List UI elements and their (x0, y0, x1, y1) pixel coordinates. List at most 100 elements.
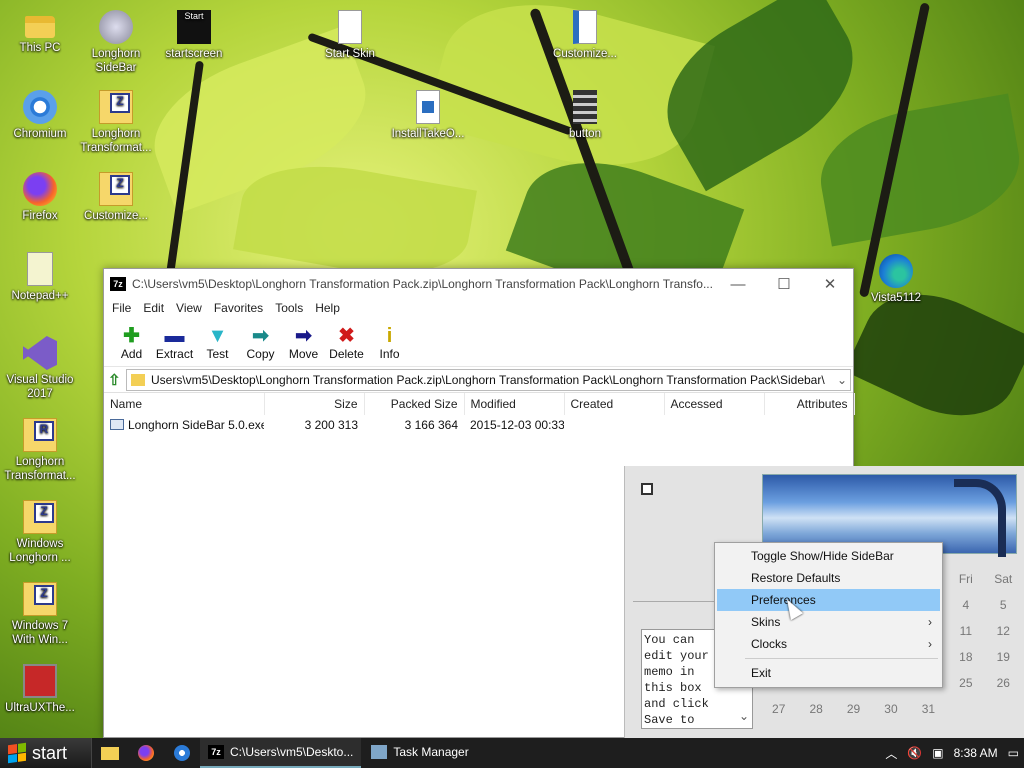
window-titlebar[interactable]: 7z C:\Users\vm5\Desktop\Longhorn Transfo… (104, 269, 853, 299)
menu-view[interactable]: View (170, 299, 208, 319)
volume-muted-icon[interactable]: 🔇 (907, 746, 922, 760)
file-accessed (664, 415, 764, 435)
calendar-day[interactable]: 31 (910, 702, 947, 716)
delete-button[interactable]: ✖ Delete (325, 319, 368, 366)
start-label: start (32, 742, 68, 763)
desktop-icon-longhorn-transformat-2[interactable]: Longhorn Transformat... (0, 418, 80, 483)
desktop-icon-label: Longhorn SideBar (91, 48, 141, 74)
menu-item-toggle-sidebar[interactable]: Toggle Show/Hide SideBar (717, 545, 940, 567)
info-button[interactable]: i Info (368, 319, 411, 366)
zip-folder-icon (23, 418, 57, 452)
file-explorer-pin[interactable] (92, 738, 128, 768)
folder-icon (101, 746, 119, 760)
desktop-icon-ultrauxthe[interactable]: UltraUXThe... (0, 664, 80, 715)
desktop-icon-vista5112[interactable]: Vista5112 (856, 254, 936, 305)
chevron-up-icon[interactable]: ︿ (885, 745, 897, 762)
extract-button[interactable]: ▬ Extract (153, 319, 196, 366)
desktop-icon-chromium[interactable]: Chromium (0, 90, 80, 141)
move-button[interactable]: ➡ Move (282, 319, 325, 366)
calendar-day[interactable]: 5 (985, 598, 1022, 612)
desktop-icon-customize-1[interactable]: Customize... (545, 10, 625, 61)
desktop-icon-label: InstallTakeO... (391, 128, 465, 140)
address-input[interactable]: Users\vm5\Desktop\Longhorn Transformatio… (126, 368, 851, 391)
test-button[interactable]: ▼ Test (196, 319, 239, 366)
calendar-day[interactable]: 26 (985, 676, 1022, 690)
network-icon[interactable]: ▣ (932, 746, 943, 760)
desktop-icon-visual-studio[interactable]: Visual Studio 2017 (0, 336, 80, 401)
calendar-day[interactable]: 29 (835, 702, 872, 716)
menu-item-exit[interactable]: Exit (717, 662, 940, 684)
zip-folder-icon (99, 90, 133, 124)
clock[interactable]: 8:38 AM (954, 746, 998, 760)
menu-item-clocks[interactable]: Clocks › (717, 633, 940, 655)
file-icon (338, 10, 362, 44)
taskbar-item-task-manager[interactable]: Task Manager (363, 738, 476, 768)
menu-tools[interactable]: Tools (269, 299, 309, 319)
calendar-day[interactable]: 25 (947, 676, 984, 690)
maximize-button[interactable]: ☐ (761, 275, 807, 293)
calendar-day[interactable]: 19 (985, 650, 1022, 664)
sidebar-app-icon (99, 10, 133, 44)
chevron-down-icon[interactable]: ⌄ (834, 373, 850, 387)
menu-item-preferences[interactable]: Preferences (717, 589, 940, 611)
desktop-icon-windows7[interactable]: Windows 7 With Win... (0, 582, 80, 647)
desktop-icon-longhorn-transformat-1[interactable]: Longhorn Transformat... (76, 90, 156, 155)
add-button[interactable]: ✚ Add (110, 319, 153, 366)
start-button[interactable]: start (0, 738, 92, 768)
visual-studio-icon (23, 336, 57, 370)
table-row[interactable]: Longhorn SideBar 5.0.exe 3 200 313 3 166… (104, 415, 854, 435)
desktop-icon-this-pc[interactable]: This PC (0, 10, 80, 55)
close-button[interactable]: ✕ (807, 275, 853, 293)
column-attributes[interactable]: Attributes (764, 393, 855, 415)
menu-edit[interactable]: Edit (137, 299, 170, 319)
chromium-pin[interactable] (164, 738, 200, 768)
file-name-cell: Longhorn SideBar 5.0.exe (104, 415, 264, 435)
file-list: Name Size Packed Size Modified Created A… (104, 393, 855, 435)
sidebar-context-menu: Toggle Show/Hide SideBar Restore Default… (714, 542, 943, 688)
menu-item-restore-defaults[interactable]: Restore Defaults (717, 567, 940, 589)
column-accessed[interactable]: Accessed (664, 393, 765, 415)
calendar-day[interactable]: 28 (797, 702, 834, 716)
calendar-day[interactable]: 18 (947, 650, 984, 664)
chromium-icon (174, 745, 190, 761)
file-list-header: Name Size Packed Size Modified Created A… (104, 393, 855, 415)
desktop-icon-startscreen[interactable]: Start startscreen (154, 10, 234, 61)
taskbar-item-7zip[interactable]: 7z C:\Users\vm5\Deskto... (200, 738, 362, 768)
minimize-button[interactable]: — (715, 276, 761, 293)
menu-help[interactable]: Help (309, 299, 346, 319)
desktop-icon-label: startscreen (165, 48, 223, 60)
calendar-day[interactable]: 12 (985, 624, 1022, 638)
menu-favorites[interactable]: Favorites (208, 299, 269, 319)
firefox-pin[interactable] (128, 738, 164, 768)
desktop-icon-start-skin[interactable]: Start Skin (310, 10, 390, 61)
notification-icon[interactable]: ▭ (1008, 746, 1019, 760)
menu-file[interactable]: File (106, 299, 137, 319)
desktop-icon-button[interactable]: button (545, 90, 625, 141)
column-packed-size[interactable]: Packed Size (364, 393, 465, 415)
desktop-icon-firefox[interactable]: Firefox (0, 172, 80, 223)
calendar-day[interactable]: 30 (872, 702, 909, 716)
desktop-icon-customize-2[interactable]: Customize... (76, 172, 156, 223)
desktop-icon-longhorn-sidebar[interactable]: Longhorn SideBar (76, 10, 156, 75)
calendar-day-name: Fri (958, 572, 973, 586)
column-modified[interactable]: Modified (464, 393, 565, 415)
up-folder-icon[interactable]: ⇧ (108, 371, 126, 389)
edge-icon (879, 254, 913, 288)
desktop-icon-installtakeo[interactable]: InstallTakeO... (388, 90, 468, 141)
column-name[interactable]: Name (104, 393, 265, 415)
test-label: Test (206, 347, 229, 361)
column-size[interactable]: Size (264, 393, 365, 415)
chromium-icon (23, 90, 57, 124)
copy-button[interactable]: ➡ Copy (239, 319, 282, 366)
desktop-icon-windows-longhorn[interactable]: Windows Longhorn ... (0, 500, 80, 565)
desktop-icon-notepadpp[interactable]: Notepad++ (0, 252, 80, 303)
chevron-right-icon: › (928, 637, 932, 651)
column-created[interactable]: Created (564, 393, 665, 415)
calendar-day[interactable]: 27 (760, 702, 797, 716)
sidebar-checkbox[interactable] (641, 483, 653, 495)
menu-item-skins[interactable]: Skins › (717, 611, 940, 633)
chevron-right-icon: › (928, 615, 932, 629)
calendar-day[interactable]: 4 (947, 598, 984, 612)
test-icon: ▼ (207, 325, 228, 347)
calendar-day[interactable]: 11 (947, 624, 984, 638)
